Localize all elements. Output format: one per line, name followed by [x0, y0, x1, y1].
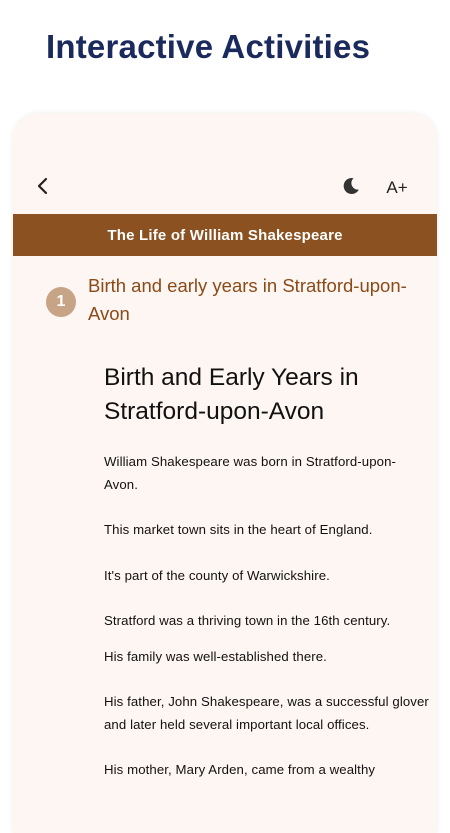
font-size-button[interactable]: A+	[381, 175, 413, 201]
page-title: Interactive Activities	[46, 28, 371, 65]
book-title: The Life of William Shakespeare	[107, 226, 343, 244]
chapter-number-badge: 1	[46, 287, 76, 317]
paragraph: This market town sits in the heart of En…	[104, 522, 373, 537]
paragraph: His father, John Shakespeare, was a succ…	[104, 694, 429, 732]
paragraph: Stratford was a thriving town in the 16t…	[104, 613, 391, 628]
dark-mode-toggle[interactable]	[338, 175, 364, 201]
reader-card: A+ The Life of William Shakespeare 1 Bir…	[13, 113, 437, 833]
back-button[interactable]	[31, 175, 53, 201]
article-content: Birth and Early Years in Stratford-upon-…	[104, 361, 429, 782]
paragraph: William Shakespeare was born in Stratfor…	[104, 454, 397, 492]
chapter-title: Birth and early years in Stratford-upon-…	[88, 275, 407, 324]
page-header: Interactive Activities	[0, 0, 450, 110]
paragraph: His family was well-established there.	[104, 648, 327, 664]
chevron-left-icon	[36, 177, 48, 200]
moon-icon	[341, 176, 361, 201]
paragraph: His mother, Mary Arden, came from a weal…	[104, 762, 376, 777]
reader-toolbar: A+	[13, 171, 437, 205]
book-title-bar: The Life of William Shakespeare	[13, 214, 437, 256]
section-heading: Birth and Early Years in Stratford-upon-…	[104, 364, 359, 425]
paragraph: It's part of the county of Warwickshire.	[104, 567, 330, 583]
